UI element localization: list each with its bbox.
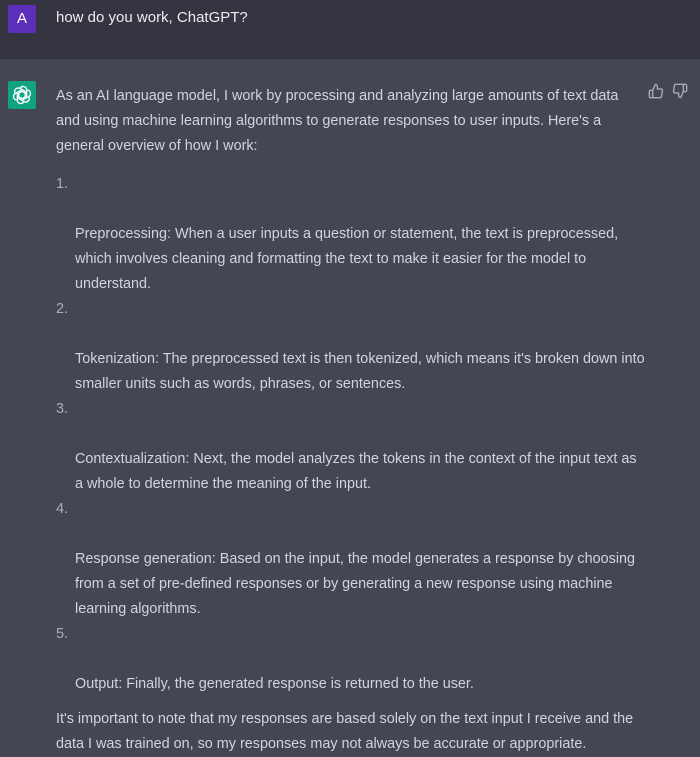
list-item: 1. Preprocessing: When a user inputs a q… <box>56 172 646 297</box>
thumbs-down-icon[interactable] <box>672 83 690 101</box>
list-item: 4. Response generation: Based on the inp… <box>56 497 646 622</box>
response-intro: As an AI language model, I work by proce… <box>56 88 619 154</box>
list-item: 5. Output: Finally, the generated respon… <box>56 622 646 697</box>
list-number: 3. <box>56 401 69 417</box>
user-avatar: A <box>8 5 36 33</box>
list-item-text: Preprocessing: When a user inputs a ques… <box>75 226 619 292</box>
list-number: 4. <box>56 501 69 517</box>
openai-logo-icon <box>8 81 36 109</box>
list-item-text: Response generation: Based on the input,… <box>75 551 636 617</box>
assistant-message-row: As an AI language model, I work by proce… <box>0 59 700 752</box>
list-item: 2. Tokenization: The preprocessed text i… <box>56 297 646 397</box>
list-number: 5. <box>56 626 69 642</box>
user-message-text: how do you work, ChatGPT? <box>56 9 248 26</box>
list-number: 1. <box>56 176 69 192</box>
assistant-response: As an AI language model, I work by proce… <box>56 84 646 757</box>
list-item-text: Contextualization: Next, the model analy… <box>75 451 637 492</box>
thumbs-up-icon[interactable] <box>648 83 666 101</box>
response-closing: It's important to note that my responses… <box>56 711 634 752</box>
steps-list: 1. Preprocessing: When a user inputs a q… <box>56 172 646 697</box>
list-number: 2. <box>56 301 69 317</box>
list-item-text: Tokenization: The preprocessed text is t… <box>75 351 645 392</box>
user-message-row: A how do you work, ChatGPT? <box>0 0 700 59</box>
list-item: 3. Contextualization: Next, the model an… <box>56 397 646 497</box>
list-item-text: Output: Finally, the generated response … <box>75 676 474 692</box>
